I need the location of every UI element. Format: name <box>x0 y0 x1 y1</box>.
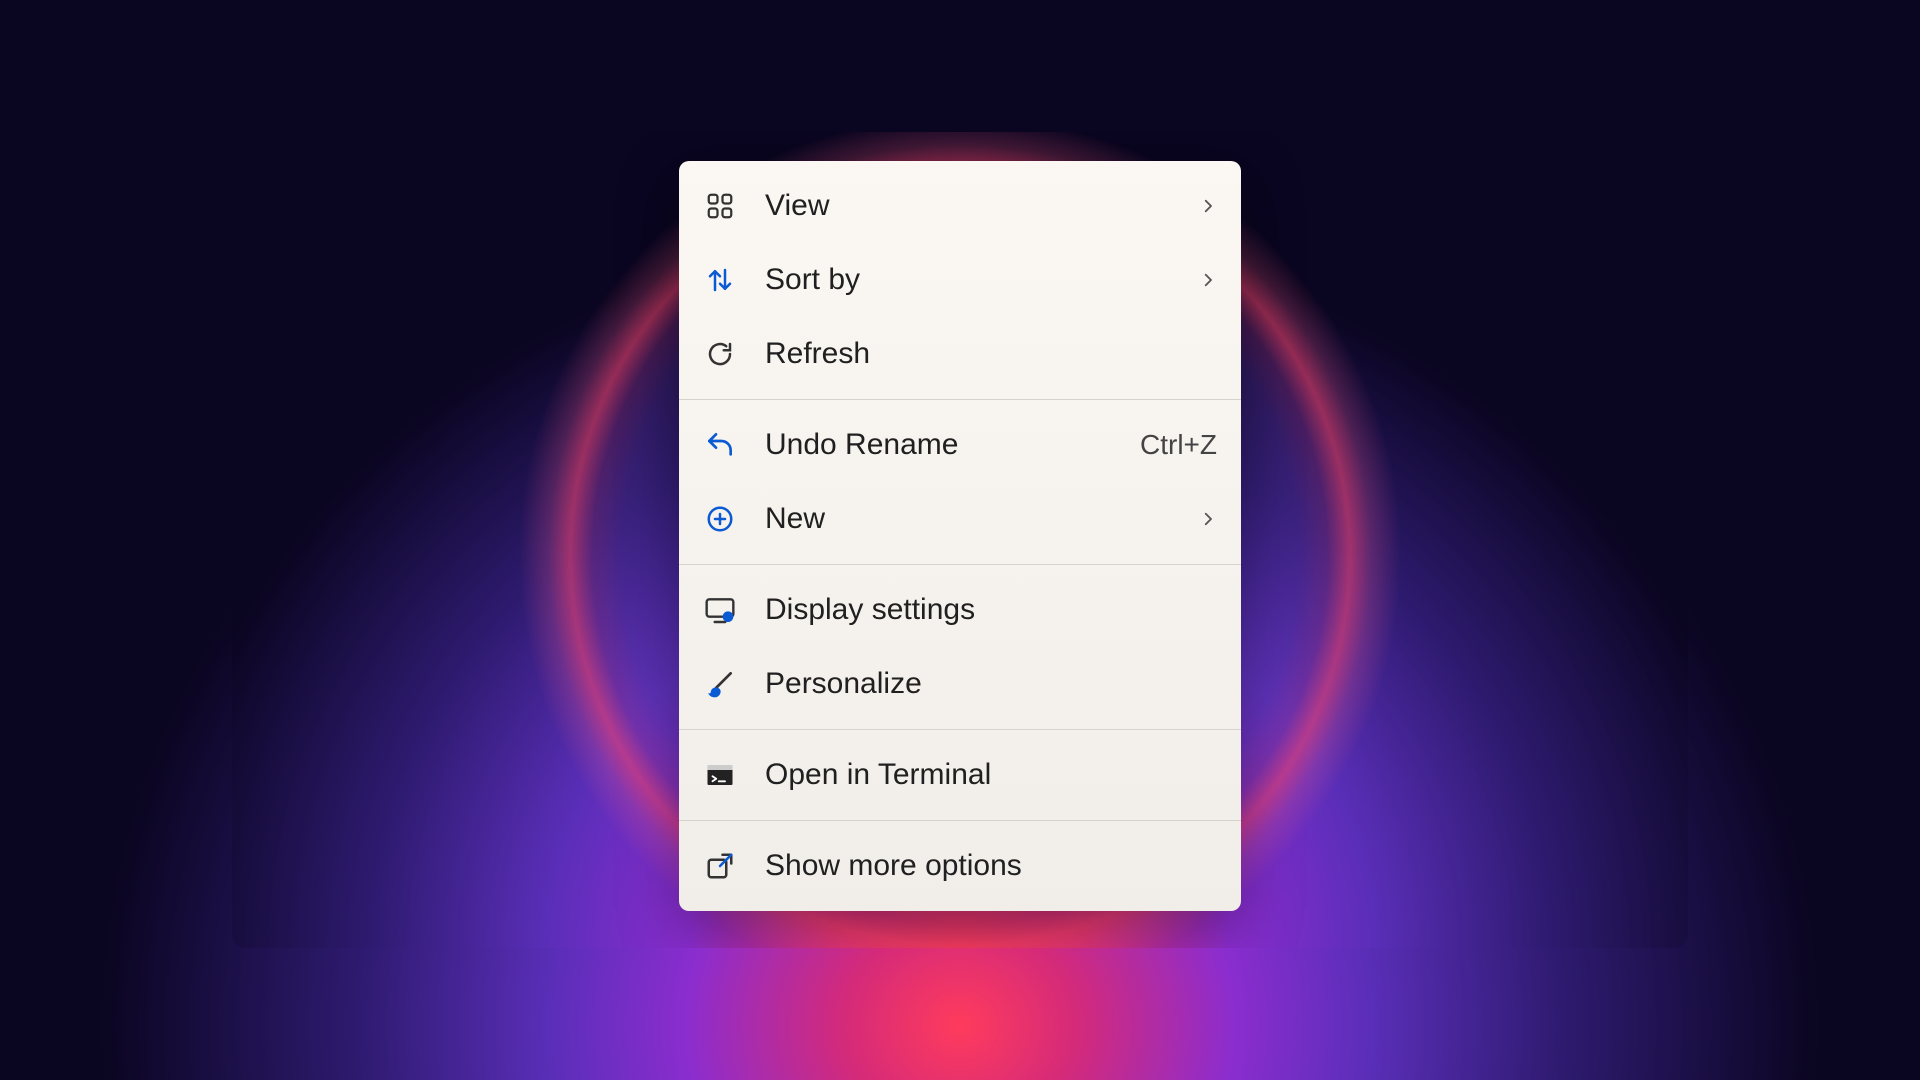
chevron-right-icon <box>1199 271 1217 289</box>
menu-item-undo-rename[interactable]: Undo Rename Ctrl+Z <box>679 408 1241 482</box>
undo-icon <box>703 428 737 462</box>
menu-item-label: Open in Terminal <box>765 758 1217 792</box>
menu-separator <box>679 399 1241 400</box>
display-icon <box>703 593 737 627</box>
menu-item-sort-by[interactable]: Sort by <box>679 243 1241 317</box>
menu-item-label: Sort by <box>765 263 1163 297</box>
new-icon <box>703 502 737 536</box>
menu-item-label: Personalize <box>765 667 1217 701</box>
desktop-context-menu: View Sort by Refresh Undo Rename Ctrl+Z New Di… <box>679 161 1241 911</box>
menu-item-show-more-options[interactable]: Show more options <box>679 829 1241 903</box>
terminal-icon <box>703 758 737 792</box>
menu-item-label: New <box>765 502 1163 536</box>
grid-icon <box>703 189 737 223</box>
chevron-right-icon <box>1199 510 1217 528</box>
menu-separator <box>679 729 1241 730</box>
sort-icon <box>703 263 737 297</box>
menu-item-personalize[interactable]: Personalize <box>679 647 1241 721</box>
chevron-right-icon <box>1199 197 1217 215</box>
menu-item-open-in-terminal[interactable]: Open in Terminal <box>679 738 1241 812</box>
refresh-icon <box>703 337 737 371</box>
menu-separator <box>679 820 1241 821</box>
menu-item-label: Undo Rename <box>765 428 1112 462</box>
expand-icon <box>703 849 737 883</box>
menu-item-label: View <box>765 189 1163 223</box>
menu-item-shortcut: Ctrl+Z <box>1140 429 1217 461</box>
menu-item-view[interactable]: View <box>679 169 1241 243</box>
desktop-wallpaper: View Sort by Refresh Undo Rename Ctrl+Z New Di… <box>232 132 1688 948</box>
menu-item-new[interactable]: New <box>679 482 1241 556</box>
menu-item-label: Display settings <box>765 593 1217 627</box>
menu-item-label: Refresh <box>765 337 1217 371</box>
menu-item-refresh[interactable]: Refresh <box>679 317 1241 391</box>
menu-separator <box>679 564 1241 565</box>
menu-item-label: Show more options <box>765 849 1217 883</box>
menu-item-display-settings[interactable]: Display settings <box>679 573 1241 647</box>
brush-icon <box>703 667 737 701</box>
